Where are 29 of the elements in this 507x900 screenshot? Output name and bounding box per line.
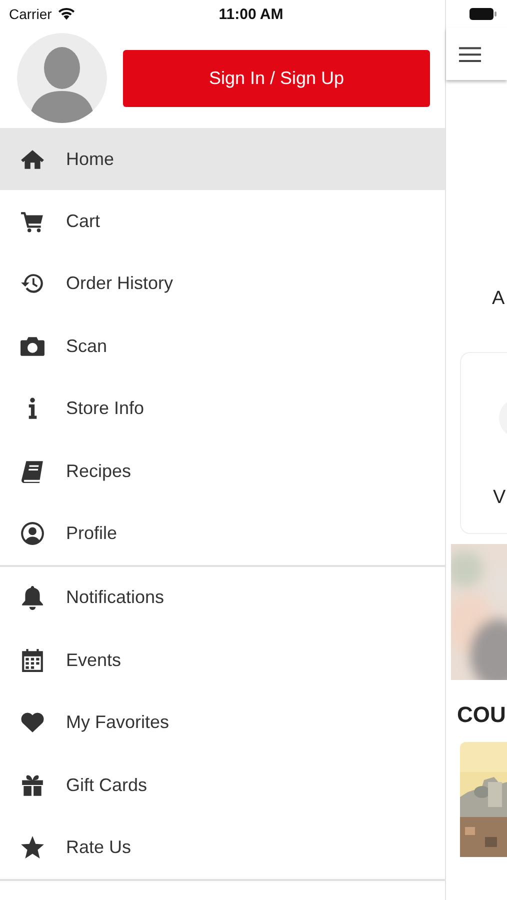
- menu-item[interactable]: Recipes: [0, 440, 445, 502]
- menu-item[interactable]: Order History: [0, 252, 445, 316]
- bell-icon: [20, 585, 45, 610]
- battery-icon: [469, 7, 497, 21]
- section-heading: COU: [457, 702, 506, 727]
- gift-icon: [20, 772, 45, 798]
- avatar-icon[interactable]: [17, 33, 107, 123]
- sign-in-button[interactable]: Sign In / Sign Up: [123, 50, 430, 106]
- calendar-icon: [20, 648, 45, 673]
- content-text: A: [492, 288, 505, 309]
- menu-item[interactable]: My Favorites: [0, 692, 445, 754]
- star-icon: [20, 834, 45, 860]
- menu-item[interactable]: Scan: [0, 315, 445, 378]
- menu-item[interactable]: Store Info: [0, 378, 445, 440]
- carrier-name: Carrier: [9, 6, 52, 22]
- menu-item[interactable]: Gift Cards: [0, 754, 445, 816]
- menu-item[interactable]: Events: [0, 629, 445, 692]
- status-time: 11:00 AM: [218, 6, 284, 22]
- content-card[interactable]: V: [460, 352, 507, 534]
- menu-item[interactable]: Notifications: [0, 566, 445, 630]
- menu-item[interactable]: Cart: [0, 190, 445, 253]
- card-text: V: [493, 487, 506, 509]
- wifi-icon: [56, 7, 76, 21]
- menu-icon[interactable]: [459, 46, 481, 62]
- book-icon: [20, 458, 45, 484]
- menu-item[interactable]: Rate Us: [0, 816, 445, 879]
- menu-item[interactable]: Profile: [0, 502, 445, 565]
- menu-item[interactable]: Home: [0, 128, 445, 190]
- cart-icon: [20, 209, 45, 234]
